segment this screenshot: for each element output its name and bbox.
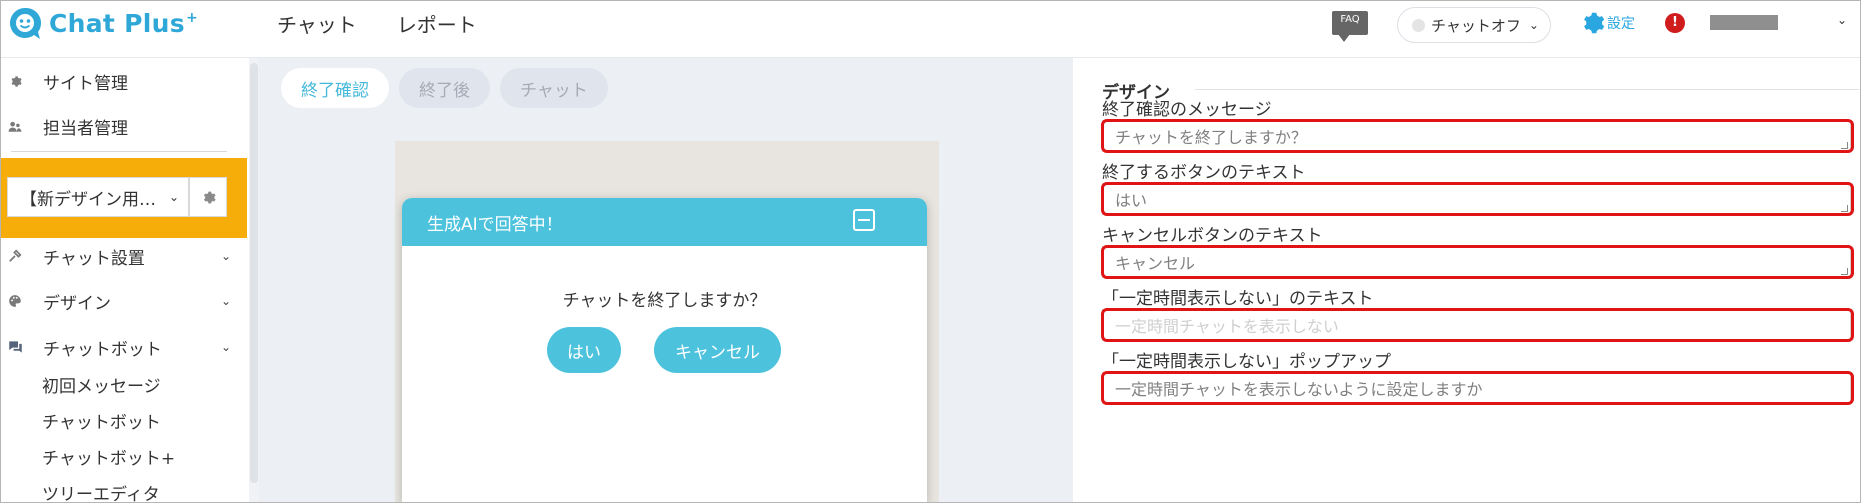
field-label-hide-popup: 「一定時間表示しない」ポップアップ [1102,352,1391,372]
field-label-end-message: 終了確認のメッセージ [1102,100,1272,120]
sidebar-item-staff-admin[interactable]: 担当者管理 [1,106,249,146]
chevron-down-icon: ⌄ [1528,18,1539,32]
user-name-redacted[interactable] [1710,15,1778,30]
user-chevron-down-icon[interactable]: ⌄ [1837,13,1847,27]
alert-icon[interactable]: ! [1665,13,1685,33]
cancel-button[interactable]: キャンセル [654,327,781,373]
top-header: Chat Plus+ チャット レポート FAQ チャットオフ ⌄ 設定 ! ⌄ [1,1,1860,58]
site-select-dropdown[interactable]: 【新デザイン用… ⌄ [7,177,189,217]
chat-widget-preview: 生成AIで回答中！ チャットを終了しますか？ はい キャンセル [402,198,927,502]
sidebar-scroll-thumb[interactable] [250,63,258,483]
chevron-down-icon: ⌄ [169,190,180,204]
chat-status-dropdown[interactable]: チャットオフ ⌄ [1397,7,1551,43]
top-nav: チャット レポート [277,9,477,38]
settings-button[interactable]: 設定 [1579,10,1635,36]
preview-panel: 終了確認 終了後 チャット 生成AIで回答中！ チャットを終了しますか？ はい … [259,58,1073,502]
tab-end-confirm[interactable]: 終了確認 [281,68,389,108]
chevron-down-icon: ⌄ [221,340,232,354]
yes-button[interactable]: はい [547,327,621,373]
sidebar-subitem-chatbot-plus[interactable]: チャットボット+ [42,444,175,469]
nav-report[interactable]: レポート [397,9,477,38]
highlight-box [1101,371,1854,405]
sidebar-item-label: 担当者管理 [43,118,128,139]
sidebar-subitem-chatbot[interactable]: チャットボット [42,408,161,433]
site-settings-gear-icon[interactable] [189,177,227,217]
sidebar-item-chat-setup[interactable]: チャット設置 ⌄ [1,236,249,276]
tools-icon [7,248,23,264]
gear-small-icon [7,73,23,89]
chat-bubbles-icon [7,339,23,355]
chevron-down-icon: ⌄ [221,249,232,263]
sidebar-item-label: サイト管理 [43,73,128,94]
sidebar: サイト管理 担当者管理 【新デザイン用… ⌄ チャット設置 ⌄ デザイン ⌄ チ… [1,58,249,502]
chevron-down-icon: ⌄ [221,294,232,308]
app-window: Chat Plus+ チャット レポート FAQ チャットオフ ⌄ 設定 ! ⌄… [0,0,1861,503]
field-label-cancel-button-text: キャンセルボタンのテキスト [1102,226,1323,246]
widget-title: 生成AIで回答中！ [427,214,563,235]
logo[interactable]: Chat Plus+ [7,5,198,41]
highlight-box [1101,245,1854,279]
sidebar-subitem-first-message[interactable]: 初回メッセージ [42,372,161,397]
faq-icon[interactable]: FAQ [1332,11,1368,42]
logo-text: Chat Plus+ [49,8,198,38]
nav-chat[interactable]: チャット [277,9,357,38]
sidebar-item-site-admin[interactable]: サイト管理 [1,61,249,101]
gear-icon [1584,12,1605,34]
site-select-value: 【新デザイン用… [20,189,156,210]
site-select-highlight: 【新デザイン用… ⌄ [1,158,247,238]
sidebar-item-design[interactable]: デザイン ⌄ [1,281,249,321]
sidebar-divider [11,151,227,152]
status-dot-icon [1412,18,1425,32]
highlight-box [1101,119,1854,153]
end-confirm-question: チャットを終了しますか？ [562,291,767,311]
preview-tabs: 終了確認 終了後 チャット [281,68,608,108]
tab-chat[interactable]: チャット [500,68,608,108]
users-icon [7,118,23,134]
highlight-box [1101,182,1854,216]
field-label-hide-text: 「一定時間表示しない」のテキスト [1102,289,1374,309]
section-divider [1195,89,1859,90]
settings-label: 設定 [1607,16,1635,32]
palette-icon [7,293,23,309]
sidebar-item-label: チャット設置 [43,248,145,269]
widget-header: 生成AIで回答中！ [402,198,927,246]
sidebar-item-label: チャットボット [43,339,162,360]
chat-bubble-logo-icon [10,7,42,39]
highlight-box [1101,308,1854,342]
sidebar-item-chatbot[interactable]: チャットボット ⌄ [1,327,249,367]
sidebar-item-label: デザイン [43,293,111,314]
field-label-end-button-text: 終了するボタンのテキスト [1102,163,1306,183]
minimize-icon[interactable] [853,209,875,231]
sidebar-subitem-tree-editor[interactable]: ツリーエディタ [42,480,160,502]
chat-status-label: チャットオフ [1431,16,1521,35]
tab-after-end[interactable]: 終了後 [399,68,490,108]
design-form: デザイン 終了確認のメッセージ チャットを終了しますか？ 終了するボタンのテキス… [1073,58,1860,502]
